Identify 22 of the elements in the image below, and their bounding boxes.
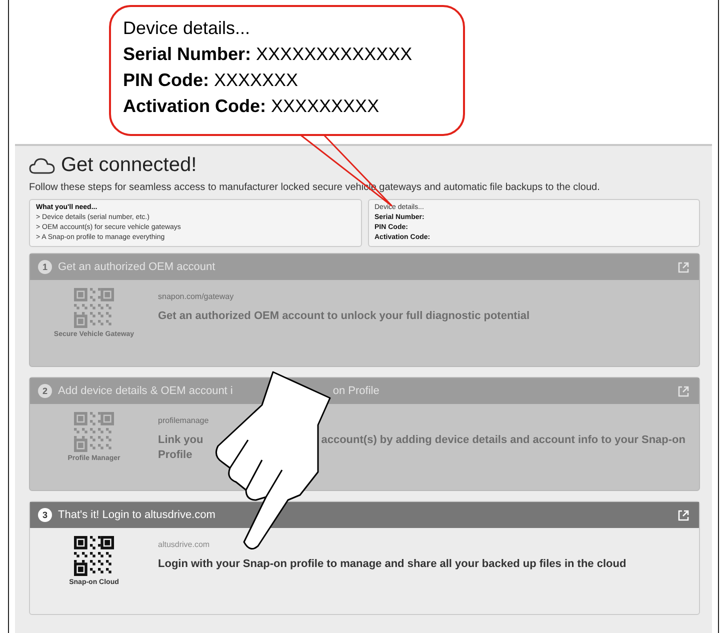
step-title: Get an authorized OEM account: [58, 261, 216, 273]
callout-text: Activation Code: XXXXXXXXX: [123, 95, 380, 118]
step-title: That's it! Login to altusdrive.com: [58, 509, 216, 521]
qr-code: [74, 288, 114, 328]
step-title: on Profile: [332, 385, 380, 397]
callout-text: Serial Number: XXXXXXXXXXXXX: [123, 43, 412, 66]
callout-title: Device details...: [123, 17, 250, 40]
qr-code: [74, 412, 114, 452]
step-description: Link you: [158, 433, 204, 448]
step-number: 1: [38, 260, 52, 274]
page-title: Get connected!: [61, 154, 197, 177]
step-number: 2: [38, 384, 52, 398]
step-description: Login with your Snap-on profile to manage and share all your backed up files in the cloud: [158, 557, 626, 572]
website-link[interactable]: altusdrive.com: [158, 540, 210, 549]
step-title: Add device details & OEM account i: [58, 385, 233, 397]
cloud-icon: [29, 156, 55, 174]
step-description: Get an authorized OEM account to unlock your full diagnostic potential: [158, 309, 530, 324]
step-number: 3: [38, 508, 52, 522]
callout-text: PIN Code: XXXXXXX: [123, 69, 298, 92]
qr-code: [74, 536, 114, 576]
step-description: Profile: [158, 448, 192, 463]
step-description: account(s) by adding device details and account info to your Snap-on: [321, 433, 686, 448]
